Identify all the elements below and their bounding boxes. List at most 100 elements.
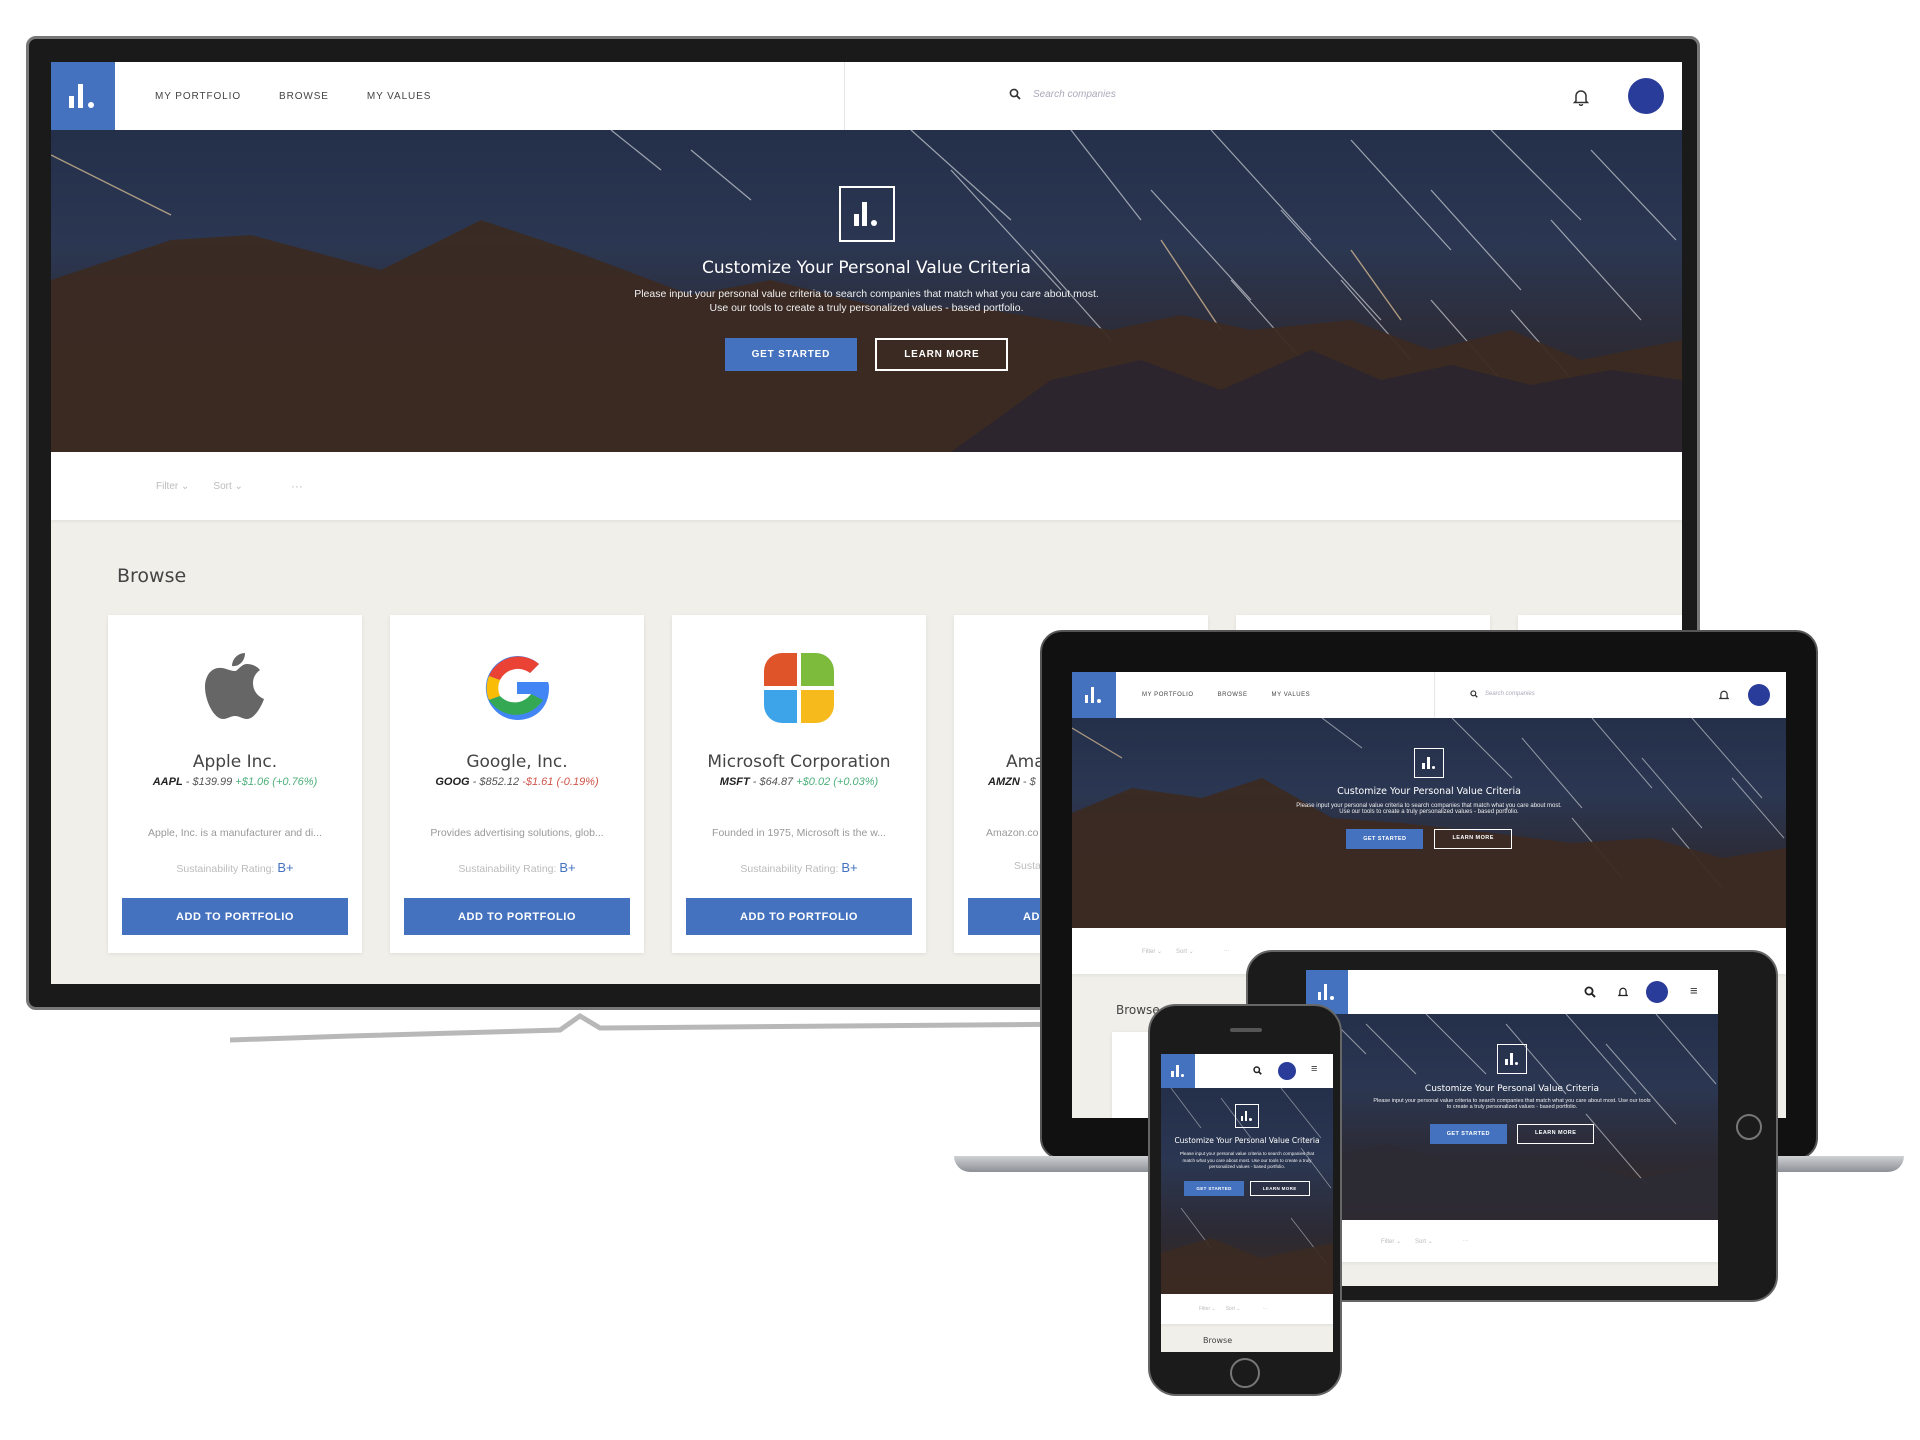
nav-browse[interactable]: BROWSE xyxy=(1218,692,1248,698)
rating-value: B+ xyxy=(277,860,294,875)
sort-label: Sort xyxy=(1176,948,1188,955)
search-bar[interactable]: Search companies xyxy=(1009,88,1116,100)
sustainability-rating: Sustainability Rating: B+ xyxy=(672,860,926,875)
hero-title: Customize Your Personal Value Criteria xyxy=(702,258,1031,278)
learn-more-button[interactable]: LEARN MORE xyxy=(1516,1124,1595,1144)
get-started-button[interactable]: GET STARTED xyxy=(1346,829,1424,849)
more-options-icon[interactable]: ··· xyxy=(1224,948,1230,954)
filter-toolbar: Filter ⌄ Sort ⌄ ··· xyxy=(1161,1294,1333,1324)
sort-label: Sort xyxy=(1415,1238,1427,1245)
more-options-icon[interactable]: ··· xyxy=(1262,1306,1267,1312)
search-icon[interactable] xyxy=(1584,986,1596,998)
sort-dropdown[interactable]: Sort ⌄ xyxy=(1415,1238,1433,1245)
nav-my-values[interactable]: MY VALUES xyxy=(367,91,431,102)
ticker: AMZN xyxy=(988,776,1020,788)
price-change: +$1.06 (+0.76%) xyxy=(235,776,318,788)
company-name: Ama xyxy=(1006,752,1045,772)
ticker: AAPL xyxy=(152,776,183,788)
search-bar[interactable]: Search companies xyxy=(1470,690,1535,698)
add-to-portfolio-button[interactable]: ADD TO PORTFOLIO xyxy=(122,898,348,935)
learn-more-button[interactable]: LEARN MORE xyxy=(875,338,1009,371)
bell-icon[interactable] xyxy=(1618,986,1628,998)
avatar[interactable] xyxy=(1646,981,1668,1003)
hero-banner: Customize Your Personal Value Criteria P… xyxy=(1306,1014,1718,1220)
filter-dropdown[interactable]: Filter ⌄ xyxy=(1199,1306,1216,1312)
filter-toolbar: Filter ⌄ Sort ⌄ ··· xyxy=(51,452,1682,520)
search-icon[interactable] xyxy=(1253,1066,1262,1075)
stock-quote: AMZN - $ xyxy=(988,776,1036,788)
stock-quote: MSFT - $64.87 +$0.02 (+0.03%) xyxy=(719,776,879,788)
filter-toolbar: Filter ⌄ Sort ⌄ ··· xyxy=(1306,1220,1718,1262)
company-name: Google, Inc. xyxy=(466,752,568,772)
brand-icon xyxy=(1171,1065,1185,1077)
avatar[interactable] xyxy=(1278,1062,1296,1080)
hero-banner: Customize Your Personal Value Criteria P… xyxy=(1072,718,1786,928)
ticker: GOOG xyxy=(435,776,470,788)
sustainability-rating: Susta xyxy=(1014,860,1041,872)
chevron-down-icon: ⌄ xyxy=(234,480,243,492)
company-name: Microsoft Corporation xyxy=(707,752,891,772)
nav-my-portfolio[interactable]: MY PORTFOLIO xyxy=(1142,692,1194,698)
hero-subtitle-line2: Use our tools to create a truly personal… xyxy=(1339,809,1519,815)
apple-logo xyxy=(205,653,264,719)
nav-browse[interactable]: BROWSE xyxy=(279,91,329,102)
hero-banner: Customize Your Personal Value Criteria P… xyxy=(51,130,1682,452)
price: $139.99 xyxy=(192,776,233,788)
add-to-portfolio-button[interactable]: ADD TO PORTFOLIO xyxy=(404,898,630,935)
bell-icon[interactable] xyxy=(1719,689,1729,701)
hero-title: Customize Your Personal Value Criteria xyxy=(1424,1084,1600,1094)
get-started-button[interactable]: GET STARTED xyxy=(724,338,858,371)
add-to-portfolio-button[interactable]: ADD TO PORTFOLIO xyxy=(686,898,912,935)
logo[interactable] xyxy=(1072,672,1116,718)
nav-my-values[interactable]: MY VALUES xyxy=(1272,692,1311,698)
sort-label: Sort xyxy=(1225,1306,1235,1312)
search-input[interactable]: Search companies xyxy=(1485,691,1535,697)
rating-value: B+ xyxy=(841,860,858,875)
logo[interactable] xyxy=(51,62,115,130)
brand-icon xyxy=(1318,984,1336,1000)
company-description: Provides advertising solutions, glob... xyxy=(430,827,604,839)
search-input[interactable]: Search companies xyxy=(1033,89,1116,100)
avatar[interactable] xyxy=(1748,684,1770,706)
brand-icon xyxy=(69,84,97,108)
logo[interactable] xyxy=(1161,1054,1195,1088)
sort-label: Sort xyxy=(213,480,232,492)
nav-my-portfolio[interactable]: MY PORTFOLIO xyxy=(155,91,241,102)
sort-dropdown[interactable]: Sort ⌄ xyxy=(1226,1306,1241,1312)
menu-icon[interactable]: ≡ xyxy=(1690,983,1698,998)
avatar[interactable] xyxy=(1628,78,1664,114)
hero-logo-icon xyxy=(1497,1044,1527,1074)
sort-dropdown[interactable]: Sort ⌄ xyxy=(213,481,243,492)
phone-home-button[interactable] xyxy=(1230,1358,1260,1388)
filter-dropdown[interactable]: Filter ⌄ xyxy=(156,481,189,492)
tablet-home-button[interactable] xyxy=(1736,1114,1762,1140)
more-options-icon[interactable]: ··· xyxy=(291,479,303,493)
get-started-button[interactable]: GET STARTED xyxy=(1184,1180,1244,1196)
rating-label: Sustainability Rating: xyxy=(740,863,839,875)
more-options-icon[interactable]: ··· xyxy=(1463,1238,1469,1244)
filter-dropdown[interactable]: Filter ⌄ xyxy=(1381,1238,1401,1245)
bell-icon[interactable] xyxy=(1573,88,1589,106)
price: $852.12 xyxy=(479,776,520,788)
company-card: Microsoft Corporation MSFT - $64.87 +$0.… xyxy=(672,615,926,953)
brand-icon xyxy=(1085,687,1103,703)
company-description: Amazon.co xyxy=(986,827,1039,839)
hero-subtitle-line1: Please input your personal value criteri… xyxy=(634,288,1099,300)
menu-icon[interactable]: ≡ xyxy=(1311,1063,1317,1075)
company-description: Apple, Inc. is a manufacturer and di... xyxy=(148,827,322,839)
learn-more-button[interactable]: LEARN MORE xyxy=(1249,1180,1310,1196)
learn-more-button[interactable]: LEARN MORE xyxy=(1434,829,1512,849)
rating-label: Sustainability Rating: xyxy=(176,863,275,875)
sort-dropdown[interactable]: Sort ⌄ xyxy=(1176,948,1194,955)
phone-screen: ≡ Customize Your Personal Value Criteria… xyxy=(1161,1054,1333,1352)
stock-quote: AAPL - $139.99 +$1.06 (+0.76%) xyxy=(152,776,318,788)
hero-title: Customize Your Personal Value Criteria xyxy=(1174,1136,1320,1145)
sustainability-rating: Sustainability Rating: B+ xyxy=(390,860,644,875)
filter-dropdown[interactable]: Filter ⌄ xyxy=(1142,948,1162,955)
hero-title: Customize Your Personal Value Criteria xyxy=(1337,786,1521,797)
filter-label: Filter xyxy=(156,480,179,492)
get-started-button[interactable]: GET STARTED xyxy=(1429,1124,1507,1144)
search-icon xyxy=(1470,690,1478,698)
price-change: -$1.61 (-0.19%) xyxy=(522,776,599,788)
filter-label: Filter xyxy=(1381,1238,1395,1245)
